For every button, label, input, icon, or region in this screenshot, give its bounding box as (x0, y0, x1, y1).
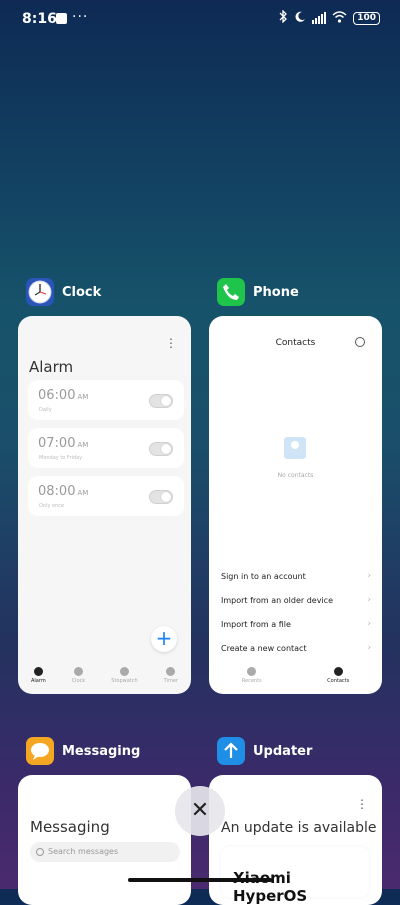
empty-state-text: No contacts (277, 472, 314, 479)
more-notifications-icon: ··· (72, 9, 89, 25)
alarm-time: 08:00 (38, 484, 76, 499)
more-options-icon: ⋮ (165, 336, 177, 350)
settings-icon (355, 337, 365, 347)
page-title: Alarm (29, 358, 74, 376)
clock-tab-icon (73, 666, 83, 676)
app-name: Clock (62, 284, 102, 300)
alarm-time: 07:00 (38, 436, 76, 451)
alarm-toggle (149, 442, 173, 456)
phone-tab-icon (247, 666, 257, 676)
alarm-ampm: AM (77, 441, 89, 449)
wifi-icon (332, 10, 347, 26)
recent-app-card-clock[interactable]: ⋮ Alarm 06:00 AM Daily 07:00 AM Monday to … (18, 316, 191, 694)
app-name: Messaging (62, 743, 141, 759)
page-title: An update is available (221, 820, 377, 836)
person-icon (333, 666, 343, 676)
tab-timer: Timer (164, 666, 178, 684)
messaging-icon (26, 737, 54, 765)
gesture-navigation-bar[interactable] (128, 878, 272, 882)
alarm-item: 06:00 AM Daily (28, 380, 184, 420)
menu-item: Import from a file › (221, 619, 371, 629)
signal-icon (312, 12, 327, 24)
recent-app-card-messaging[interactable]: Messaging Search messages (18, 775, 191, 905)
clear-all-button[interactable]: ✕ (175, 786, 225, 836)
page-title: Messaging (30, 818, 110, 836)
clock-icon (26, 278, 54, 306)
tab-alarm: Alarm (31, 666, 46, 684)
add-alarm-button: + (151, 626, 177, 652)
app-label-messaging[interactable]: Messaging (26, 737, 140, 765)
bluetooth-icon (279, 9, 288, 26)
updater-icon (217, 737, 245, 765)
alarm-item: 08:00 AM Only once (28, 476, 184, 516)
menu-item: Create a new contact › (221, 643, 371, 653)
alarm-toggle (149, 394, 173, 408)
alarm-ampm: AM (77, 489, 89, 497)
contact-placeholder-icon (284, 437, 306, 459)
tab-contacts: Contacts (327, 666, 349, 684)
tab-stopwatch: Stopwatch (111, 666, 138, 684)
alarm-icon (33, 666, 43, 676)
brand-name: Xiaomi HyperOS (233, 869, 308, 905)
recent-app-card-updater[interactable]: ⋮ An update is available Xiaomi HyperOS (209, 775, 382, 905)
search-icon (36, 848, 44, 856)
chevron-right-icon: › (367, 643, 371, 653)
alarm-repeat: Monday to Friday (39, 455, 83, 461)
moon-icon (294, 11, 306, 26)
chevron-right-icon: › (367, 571, 371, 581)
alarm-repeat: Daily (39, 407, 52, 413)
app-label-phone[interactable]: Phone (217, 278, 299, 306)
menu-item: Sign in to an account › (221, 571, 371, 581)
app-label-clock[interactable]: Clock (26, 278, 101, 306)
timer-icon (166, 666, 176, 676)
alarm-repeat: Only once (39, 503, 65, 509)
phone-icon (217, 278, 245, 306)
search-input: Search messages (30, 842, 180, 862)
app-name: Updater (253, 743, 313, 759)
app-name: Phone (253, 284, 299, 300)
alarm-toggle (149, 490, 173, 504)
alarm-item: 07:00 AM Monday to Friday (28, 428, 184, 468)
status-bar: 8:16 ··· 100 (0, 0, 400, 38)
bottom-tab-bar: Recents Contacts (209, 656, 382, 694)
tab-recents: Recents (242, 666, 262, 684)
tab-clock: Clock (72, 666, 85, 684)
status-time: 8:16 (22, 11, 57, 27)
alarm-time: 06:00 (38, 388, 76, 403)
alarm-ampm: AM (77, 393, 89, 401)
app-label-updater[interactable]: Updater (217, 737, 312, 765)
recent-app-card-phone[interactable]: Contacts No contacts Sign in to an accou… (209, 316, 382, 694)
more-options-icon: ⋮ (356, 797, 368, 811)
brand-banner: Xiaomi HyperOS (221, 847, 369, 905)
stopwatch-icon (119, 666, 129, 676)
battery-icon: 100 (353, 11, 380, 25)
menu-item: Import from an older device › (221, 595, 371, 605)
status-icons: 100 (279, 9, 380, 26)
notification-icon (56, 13, 67, 24)
chevron-right-icon: › (367, 619, 371, 629)
chevron-right-icon: › (367, 595, 371, 605)
bottom-tab-bar: Alarm Clock Stopwatch Timer (18, 656, 191, 694)
